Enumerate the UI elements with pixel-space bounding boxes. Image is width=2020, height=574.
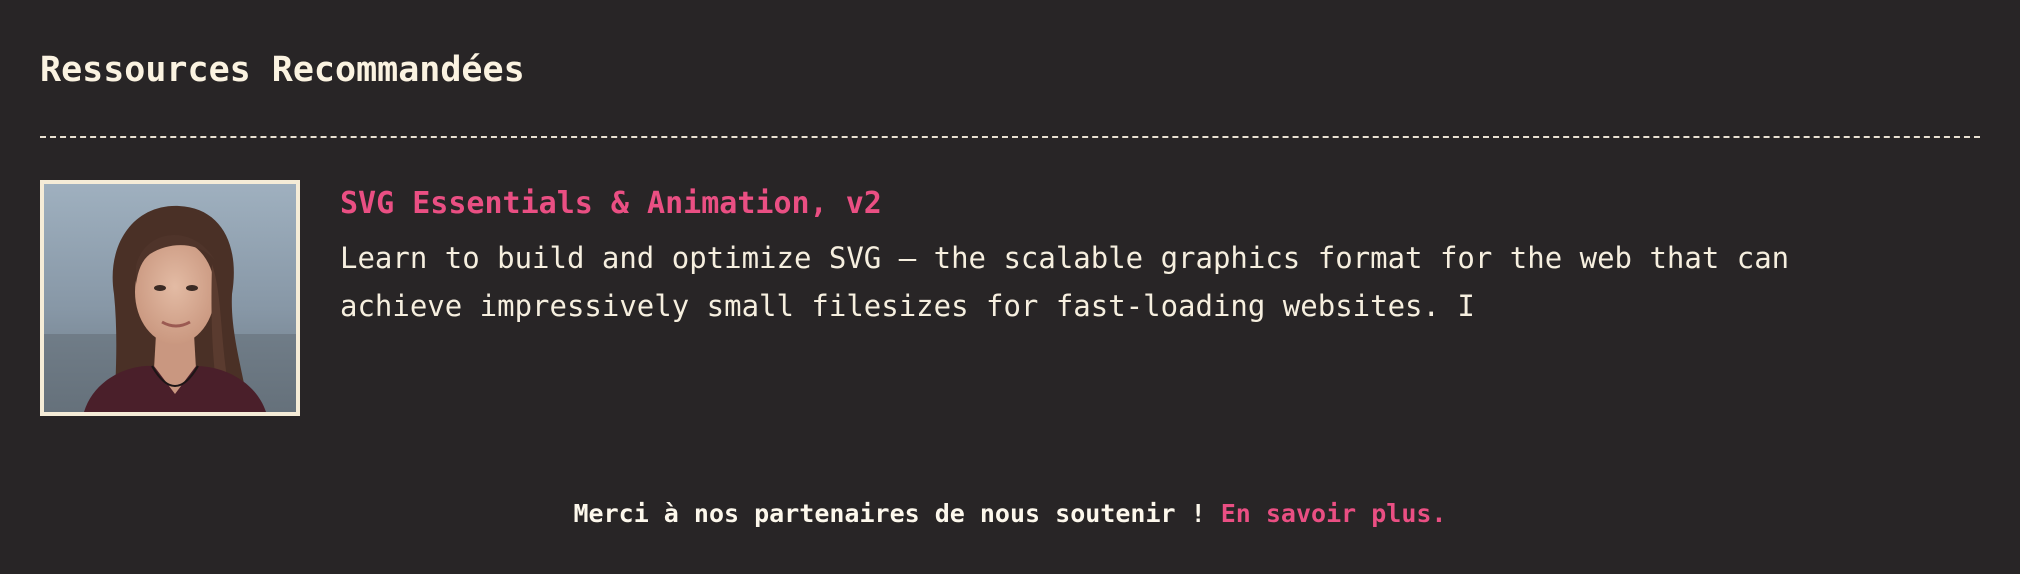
resource-card: SVG Essentials & Animation, v2 Learn to … xyxy=(40,180,1980,416)
section-title: Ressources Recommandées xyxy=(40,50,525,90)
partners-footer: Merci à nos partenaires de nous soutenir… xyxy=(0,496,2020,532)
learn-more-link[interactable]: En savoir plus. xyxy=(1221,499,1447,528)
dashed-divider xyxy=(40,136,1980,138)
resource-description: Learn to build and optimize SVG – the sc… xyxy=(340,241,1790,323)
resource-title-link[interactable]: SVG Essentials & Animation, v2 xyxy=(340,186,882,222)
footer-text: Merci à nos partenaires de nous soutenir… xyxy=(573,499,1221,528)
instructor-thumbnail[interactable] xyxy=(40,180,300,416)
portrait-image xyxy=(44,184,296,412)
